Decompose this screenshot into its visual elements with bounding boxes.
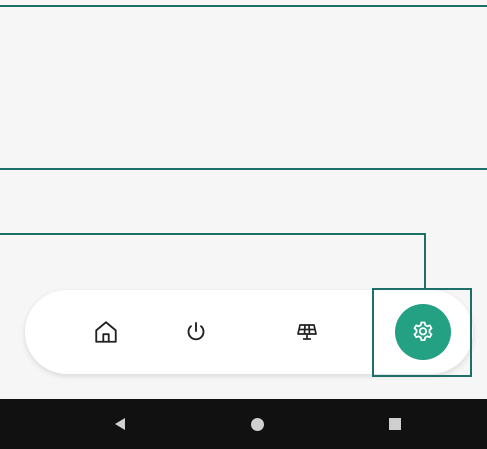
home-circle-icon <box>250 417 264 431</box>
highlight-outline-top <box>0 5 487 7</box>
power-icon <box>187 322 205 341</box>
system-navigation-bar <box>0 399 487 449</box>
system-recents-button[interactable] <box>370 399 420 449</box>
gear-icon <box>413 321 433 341</box>
back-icon <box>115 418 125 430</box>
screen: { "colors": { "background": "#f6f6f6", "… <box>0 0 487 449</box>
bottom-navigation-bar <box>25 290 473 374</box>
recents-square-icon <box>389 418 401 430</box>
callout-connector-drop <box>424 233 426 288</box>
system-home-button[interactable] <box>232 399 282 449</box>
nav-home-button[interactable] <box>82 308 130 356</box>
home-icon <box>95 321 117 343</box>
highlight-outline-bottom <box>0 168 487 170</box>
solar-panel-icon <box>297 324 317 340</box>
nav-power-button[interactable] <box>172 308 220 356</box>
nav-settings-button[interactable] <box>395 304 451 360</box>
callout-connector-line <box>0 233 426 235</box>
nav-solar-button[interactable] <box>283 308 331 356</box>
system-back-button[interactable] <box>95 399 145 449</box>
